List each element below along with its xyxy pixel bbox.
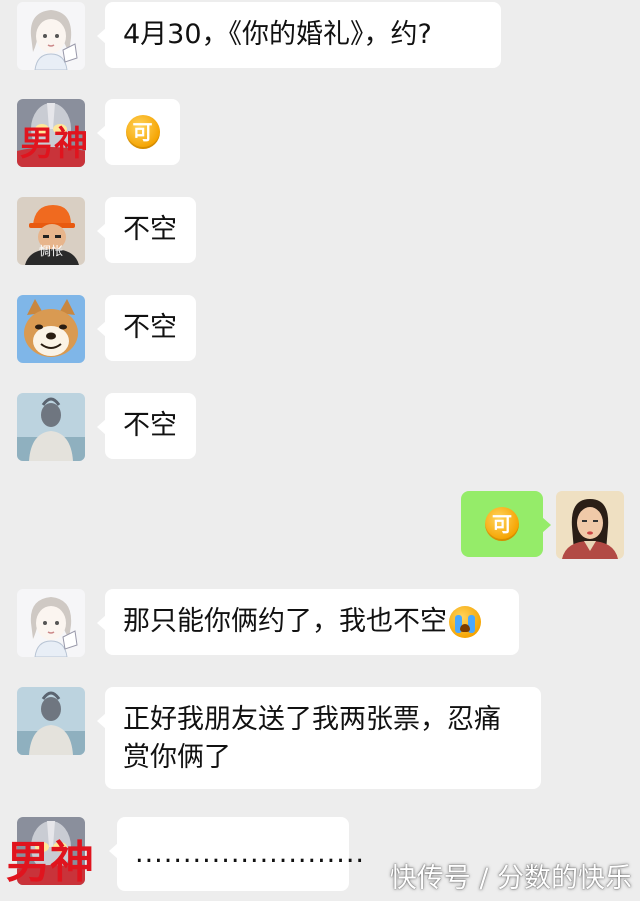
message-text: 不空 [123,410,177,441]
avatar-statue[interactable] [17,393,85,461]
message-text: ........................ [135,838,365,869]
avatar-self-painting[interactable] [556,491,624,559]
ke-emoji-icon: 可 [485,507,519,541]
avatar-shiba-dog[interactable] [17,295,85,363]
nanshen-badge: 男神 [6,837,94,888]
ke-emoji-icon: 可 [125,115,160,149]
message-text: 不空 [123,214,177,245]
my-message-bubble[interactable]: 可 [461,491,551,557]
message-bubble[interactable]: 不空 [97,197,196,263]
crying-face-emoji-icon [449,606,481,638]
message-bubble[interactable]: ........................ [109,817,364,891]
watermark: 快传号 / 分数的快乐 [389,863,632,894]
avatar-worker-helmet[interactable]: 惆怅 [17,197,85,265]
message-text: 4月30，《你的婚礼》，约? [123,19,432,50]
message-bubble[interactable]: 正好我朋友送了我两张票，忍痛 赏你俩了 [97,687,541,789]
message-text: 那只能你俩约了，我也不空 [123,606,447,637]
message-text-line-2: 赏你俩了 [123,742,231,773]
nanshen-badge: 男神 [20,124,88,164]
avatar-statue[interactable] [17,687,85,755]
message-text-line-1: 正好我朋友送了我两张票，忍痛 [123,704,501,735]
chat-window: 4月30，《你的婚礼》，约? 男神 可 惆怅 不空 不空 不空 可 那只能你俩约… [0,0,640,901]
message-bubble[interactable]: 可 [97,99,180,165]
message-text: 不空 [123,312,177,343]
message-bubble[interactable]: 那只能你俩约了，我也不空 [97,589,519,655]
message-bubble[interactable]: 不空 [97,295,196,361]
message-bubble[interactable]: 不空 [97,393,196,459]
avatar-caption: 惆怅 [38,244,63,258]
message-bubble[interactable]: 4月30，《你的婚礼》，约? [97,2,501,68]
avatar-sketch-girl[interactable] [17,2,85,70]
avatar-sketch-girl[interactable] [17,589,85,657]
